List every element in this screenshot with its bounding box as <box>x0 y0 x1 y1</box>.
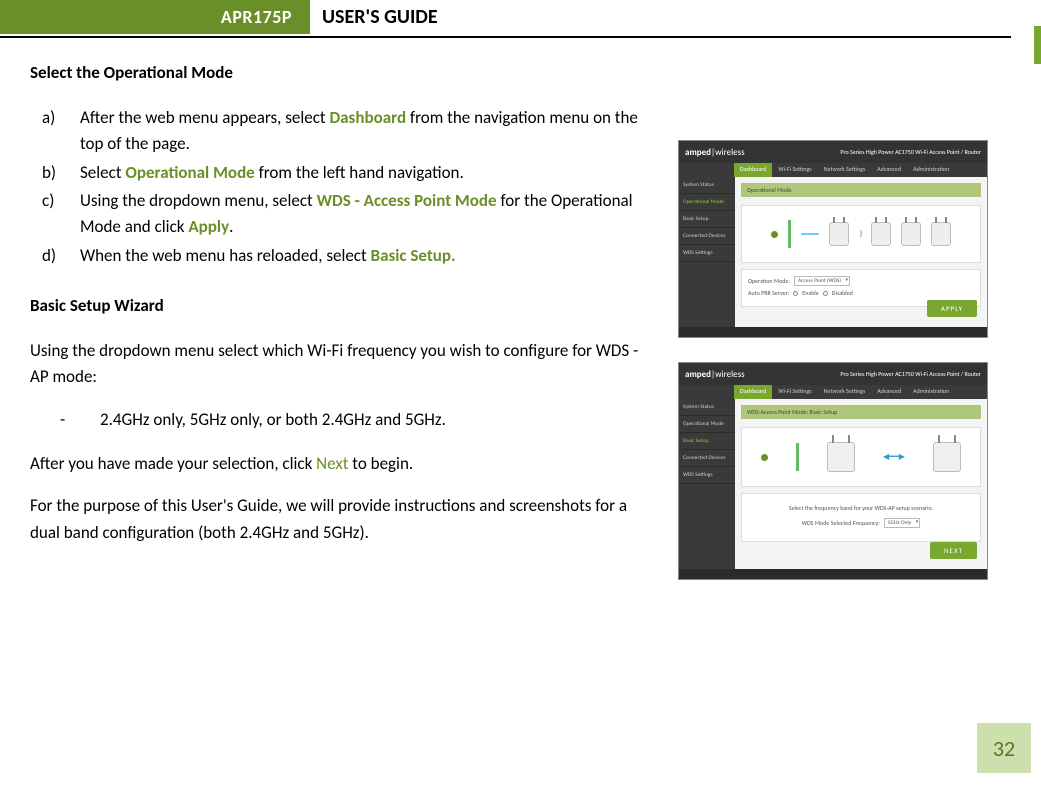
footer-bar <box>679 327 987 337</box>
product-title: Pro Series High Power AC1750 Wi-Fi Acces… <box>840 371 981 378</box>
keyword-basic-setup: Basic Setup. <box>371 245 456 266</box>
ap-icon <box>871 222 891 246</box>
product-title: Pro Series High Power AC1750 Wi-Fi Acces… <box>840 149 981 156</box>
tab-network-settings[interactable]: Network Settings <box>818 385 872 399</box>
tab-dashboard[interactable]: Dashboard <box>734 163 772 177</box>
radio-label: Disabled <box>832 289 853 297</box>
tab-wifi-settings[interactable]: Wi-Fi Settings <box>772 163 817 177</box>
select-operation-mode[interactable]: Access Point (WDS) <box>794 276 850 286</box>
step-a: a) After the web menu appears, select Da… <box>42 105 650 158</box>
label-wds-frequency: WDS Mode Selected Frequency: <box>802 519 880 527</box>
para-click-next: After you have made your selection, clic… <box>30 451 650 477</box>
step-text: Select <box>80 162 125 183</box>
step-marker: b) <box>42 160 80 186</box>
modem-icon <box>796 443 799 471</box>
tab-advanced[interactable]: Advanced <box>871 163 907 177</box>
freq-options: - 2.4GHz only, 5GHz only, or both 2.4GHz… <box>60 407 650 433</box>
network-diagram: ))) <box>741 205 981 263</box>
label-auto-pbr: Auto PBR Server: <box>748 289 789 297</box>
nav-tabs: Dashboard Wi-Fi Settings Network Setting… <box>679 163 987 177</box>
form-instruction: Select the frequency band for your WDS-A… <box>748 504 974 512</box>
step-text: After the web menu appears, select <box>80 107 329 128</box>
tab-administration[interactable]: Administration <box>907 385 955 399</box>
section-heading-basic-setup: Basic Setup Wizard <box>30 295 650 316</box>
tab-wifi-settings[interactable]: Wi-Fi Settings <box>772 385 817 399</box>
network-diagram: ◀━━▶ <box>741 427 981 487</box>
step-b: b) Select Operational Mode from the left… <box>42 160 650 186</box>
radio-label: Enable <box>802 289 818 297</box>
keyword-operational-mode: Operational Mode <box>125 162 254 183</box>
brand-logo: amped|wireless <box>685 369 745 380</box>
router-icon <box>827 442 855 472</box>
dash-marker: - <box>60 407 100 433</box>
apply-button[interactable]: APPLY <box>927 300 977 317</box>
step-text: When the web menu has reloaded, select <box>80 245 371 266</box>
sidebar-item-connected-devices[interactable]: Connected Devices <box>679 228 735 245</box>
footer-bar <box>679 569 987 579</box>
sidebar-item-system-status[interactable]: System Status <box>679 177 735 194</box>
radio-disabled[interactable] <box>823 291 828 296</box>
tab-advanced[interactable]: Advanced <box>871 385 907 399</box>
tab-network-settings[interactable]: Network Settings <box>818 163 872 177</box>
keyword-dashboard: Dashboard <box>329 107 406 128</box>
screenshot-basic-setup: amped|wireless Pro Series High Power AC1… <box>678 362 988 580</box>
sidebar-item-basic-setup[interactable]: Basic Setup <box>679 433 735 450</box>
sidebar-item-operational-mode[interactable]: Operational Mode <box>679 416 735 433</box>
help-tab-icon <box>1034 26 1041 64</box>
wifi-waves-icon: ))) <box>859 229 860 239</box>
sidebar-item-operational-mode[interactable]: Operational Mode <box>679 194 735 211</box>
guide-title: USER'S GUIDE <box>310 0 450 34</box>
sidebar-item-basic-setup[interactable]: Basic Setup <box>679 211 735 228</box>
para-freq-select: Using the dropdown menu select which Wi-… <box>30 338 650 391</box>
section-heading-operational-mode: Select the Operational Mode <box>30 62 650 83</box>
label-operation-mode: Operation Mode: <box>748 277 790 285</box>
next-button[interactable]: NEXT <box>930 542 977 559</box>
step-marker: c) <box>42 188 80 241</box>
internet-icon <box>771 231 778 238</box>
router-icon <box>829 222 849 246</box>
freq-option: - 2.4GHz only, 5GHz only, or both 2.4GHz… <box>60 407 650 433</box>
ap-icon <box>933 442 961 472</box>
freq-option-text: 2.4GHz only, 5GHz only, or both 2.4GHz a… <box>100 407 446 433</box>
para-dual-band-note: For the purpose of this User's Guide, we… <box>30 493 650 546</box>
step-text: . <box>229 216 233 237</box>
header-rule <box>0 36 1011 38</box>
step-marker: a) <box>42 105 80 158</box>
step-marker: d) <box>42 243 80 269</box>
step-d: d) When the web menu has reloaded, selec… <box>42 243 650 269</box>
sidebar: System Status Operational Mode Basic Set… <box>679 177 735 327</box>
model-badge: APR175P <box>0 0 310 34</box>
keyword-next: Next <box>316 453 348 474</box>
radio-enable[interactable] <box>793 291 798 296</box>
sidebar: System Status Operational Mode Basic Set… <box>679 399 735 569</box>
select-wds-frequency[interactable]: 5GHz Only <box>884 518 920 528</box>
sidebar-item-system-status[interactable]: System Status <box>679 399 735 416</box>
step-c: c) Using the dropdown menu, select WDS -… <box>42 188 650 241</box>
brand-logo: amped|wireless <box>685 147 745 158</box>
para-text: After you have made your selection, clic… <box>30 453 316 474</box>
link-arrow-icon: ◀━━▶ <box>883 452 905 462</box>
page-number: 32 <box>977 723 1031 773</box>
modem-icon <box>788 220 791 248</box>
form-panel: Select the frequency band for your WDS-A… <box>741 493 981 542</box>
keyword-wds-ap-mode: WDS - Access Point Mode <box>317 190 497 211</box>
panel-title: Operational Mode <box>741 183 981 197</box>
step-text: Using the dropdown menu, select <box>80 190 317 211</box>
tab-administration[interactable]: Administration <box>907 163 955 177</box>
tab-dashboard[interactable]: Dashboard <box>734 385 772 399</box>
step-text: from the left hand navigation. <box>255 162 464 183</box>
steps-list: a) After the web menu appears, select Da… <box>42 105 650 269</box>
sidebar-item-connected-devices[interactable]: Connected Devices <box>679 450 735 467</box>
panel-title: WDS-Access Point Mode: Basic Setup <box>741 405 981 419</box>
nav-tabs: Dashboard Wi-Fi Settings Network Setting… <box>679 385 987 399</box>
sidebar-item-wds-settings[interactable]: WDS Settings <box>679 245 735 262</box>
doc-header: APR175P USER'S GUIDE <box>0 0 1011 34</box>
internet-icon <box>761 454 768 461</box>
ap-icon <box>901 222 921 246</box>
screenshot-operational-mode: amped|wireless Pro Series High Power AC1… <box>678 140 988 338</box>
para-text: to begin. <box>348 453 413 474</box>
ap-icon <box>931 222 951 246</box>
keyword-apply: Apply <box>188 216 229 237</box>
sidebar-item-wds-settings[interactable]: WDS Settings <box>679 467 735 484</box>
